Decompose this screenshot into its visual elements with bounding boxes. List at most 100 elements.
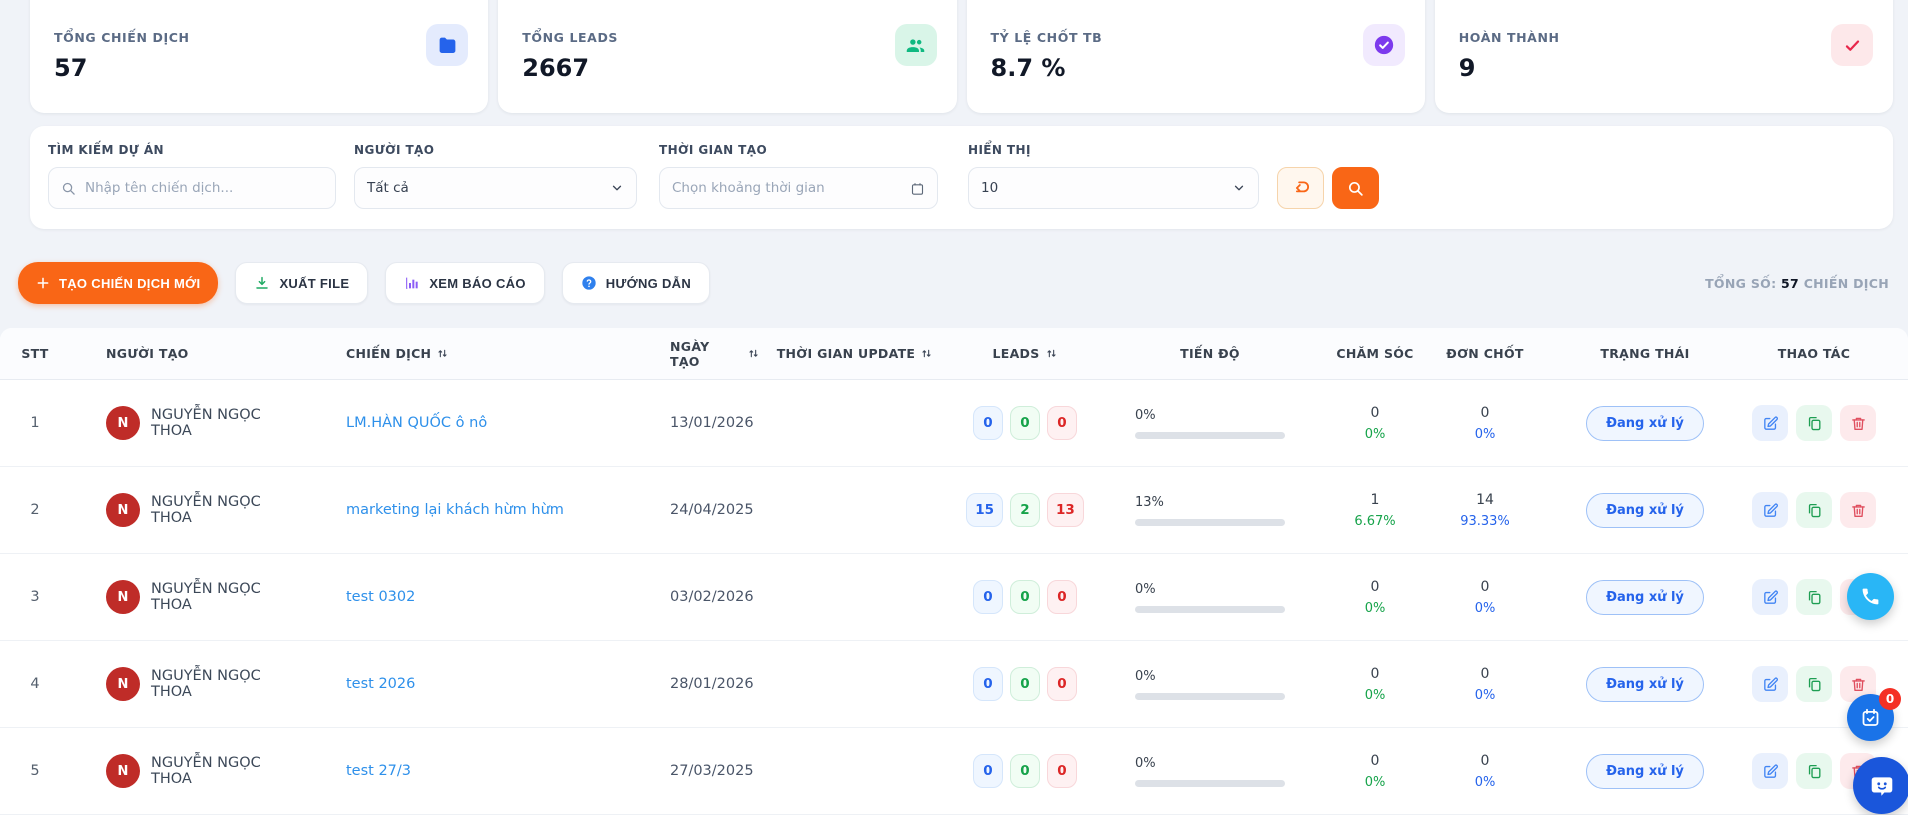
- table-row: 3 N NGUYỄN NGỌC THOA test 0302 03/02/202…: [0, 554, 1908, 641]
- tasks-fab-button[interactable]: 0: [1847, 694, 1894, 741]
- export-file-button[interactable]: XUẤT FILE: [235, 262, 368, 304]
- stat-card-total-leads: TỔNG LEADS 2667: [498, 0, 956, 113]
- creator-name: NGUYỄN NGỌC THOA: [151, 755, 300, 787]
- row-creator: N NGUYỄN NGỌC THOA: [70, 493, 300, 527]
- creator-select[interactable]: Tất cả: [354, 167, 637, 209]
- col-header-campaign[interactable]: CHIẾN DỊCH: [300, 346, 610, 361]
- reset-filters-button[interactable]: [1277, 167, 1324, 209]
- guide-label: HƯỚNG DẪN: [606, 276, 691, 291]
- stat-value: 57: [54, 54, 464, 82]
- sort-icon[interactable]: [920, 347, 933, 360]
- check-icon: [1831, 24, 1873, 66]
- row-actions: [1750, 405, 1878, 441]
- row-care: 0 0%: [1320, 579, 1430, 616]
- row-created-date: 27/03/2025: [610, 763, 760, 779]
- stat-label: TỶ LỆ CHỐT TB: [991, 30, 1401, 45]
- date-range-input[interactable]: Chọn khoảng thời gian: [659, 167, 938, 209]
- row-created-date: 24/04/2025: [610, 502, 760, 518]
- stat-value: 8.7 %: [991, 54, 1401, 82]
- leads-red-badge: 0: [1047, 580, 1077, 614]
- search-submit-button[interactable]: [1332, 167, 1379, 209]
- edit-button[interactable]: [1752, 405, 1788, 441]
- chat-smiley-icon: [1869, 773, 1895, 799]
- copy-button[interactable]: [1796, 666, 1832, 702]
- chevron-down-icon: [610, 181, 624, 195]
- copy-button[interactable]: [1796, 405, 1832, 441]
- campaign-link[interactable]: test 27/3: [346, 763, 411, 779]
- delete-button[interactable]: [1840, 405, 1876, 441]
- date-range-placeholder: Chọn khoảng thời gian: [672, 180, 910, 196]
- progress-label: 0%: [1135, 756, 1156, 771]
- avatar: N: [106, 580, 140, 614]
- total-count: TỔNG SỐ: 57 CHIẾN DỊCH: [1705, 276, 1893, 291]
- status-badge[interactable]: Đang xử lý: [1586, 493, 1704, 528]
- copy-button[interactable]: [1796, 753, 1832, 789]
- call-fab-button[interactable]: [1847, 573, 1894, 620]
- row-stt: 3: [0, 589, 70, 605]
- view-report-button[interactable]: XEM BÁO CÁO: [385, 262, 544, 304]
- order-count: 0: [1481, 405, 1490, 421]
- leads-red-badge: 13: [1047, 493, 1084, 527]
- chat-fab-button[interactable]: [1853, 757, 1908, 814]
- row-campaign: marketing lại khách hừm hừm: [300, 502, 610, 518]
- sort-icon[interactable]: [747, 347, 760, 360]
- edit-button[interactable]: [1752, 753, 1788, 789]
- leads-total-badge: 0: [973, 754, 1003, 788]
- time-label: THỜI GIAN TẠO: [659, 143, 938, 157]
- campaign-link[interactable]: marketing lại khách hừm hừm: [346, 502, 564, 518]
- leads-red-badge: 0: [1047, 754, 1077, 788]
- stat-card-completed: HOÀN THÀNH 9: [1435, 0, 1893, 113]
- col-header-updated[interactable]: THỜI GIAN UPDATE: [760, 346, 950, 361]
- row-orders: 14 93.33%: [1430, 492, 1540, 529]
- row-leads: 0 0 0: [950, 580, 1100, 614]
- row-campaign: test 27/3: [300, 763, 610, 779]
- col-header-creator: NGƯỜI TẠO: [70, 346, 300, 361]
- col-header-leads[interactable]: LEADS: [950, 346, 1100, 361]
- display-label: HIỂN THỊ: [968, 143, 1259, 157]
- edit-button[interactable]: [1752, 492, 1788, 528]
- copy-button[interactable]: [1796, 579, 1832, 615]
- order-percent: 93.33%: [1460, 514, 1510, 529]
- order-percent: 0%: [1475, 775, 1496, 790]
- row-progress: 0%: [1100, 582, 1320, 613]
- row-campaign: test 0302: [300, 589, 610, 605]
- guide-button[interactable]: HƯỚNG DẪN: [562, 262, 710, 304]
- care-percent: 6.67%: [1354, 514, 1395, 529]
- create-campaign-button[interactable]: TẠO CHIẾN DỊCH MỚI: [18, 262, 218, 304]
- sort-icon[interactable]: [1045, 347, 1058, 360]
- row-actions: [1750, 492, 1878, 528]
- col-header-care: CHĂM SÓC: [1320, 346, 1430, 361]
- search-icon: [61, 181, 76, 196]
- sort-icon[interactable]: [436, 347, 449, 360]
- row-orders: 0 0%: [1430, 579, 1540, 616]
- row-leads: 15 2 13: [950, 493, 1100, 527]
- display-select[interactable]: 10: [968, 167, 1259, 209]
- row-status: Đang xử lý: [1540, 667, 1750, 702]
- status-badge[interactable]: Đang xử lý: [1586, 667, 1704, 702]
- search-input[interactable]: [85, 180, 323, 196]
- copy-button[interactable]: [1796, 492, 1832, 528]
- col-header-orders: ĐƠN CHỐT: [1430, 346, 1540, 361]
- delete-button[interactable]: [1840, 492, 1876, 528]
- campaign-link[interactable]: LM.HÀN QUỐC ô nô: [346, 415, 487, 431]
- status-badge[interactable]: Đang xử lý: [1586, 754, 1704, 789]
- edit-button[interactable]: [1752, 579, 1788, 615]
- care-count: 1: [1371, 492, 1380, 508]
- campaign-link[interactable]: test 2026: [346, 676, 415, 692]
- care-percent: 0%: [1365, 688, 1386, 703]
- row-status: Đang xử lý: [1540, 754, 1750, 789]
- campaign-link[interactable]: test 0302: [346, 589, 415, 605]
- bar-chart-icon: [404, 275, 420, 291]
- table-header-row: STT NGƯỜI TẠO CHIẾN DỊCH NGÀY TẠO THỜI G…: [0, 328, 1908, 380]
- order-percent: 0%: [1475, 427, 1496, 442]
- care-percent: 0%: [1365, 775, 1386, 790]
- col-header-stt: STT: [0, 346, 70, 361]
- status-badge[interactable]: Đang xử lý: [1586, 406, 1704, 441]
- col-header-created[interactable]: NGÀY TẠO: [610, 339, 760, 369]
- edit-button[interactable]: [1752, 666, 1788, 702]
- progress-label: 0%: [1135, 582, 1156, 597]
- row-creator: N NGUYỄN NGỌC THOA: [70, 406, 300, 440]
- status-badge[interactable]: Đang xử lý: [1586, 580, 1704, 615]
- avatar: N: [106, 754, 140, 788]
- reset-icon: [1292, 179, 1310, 197]
